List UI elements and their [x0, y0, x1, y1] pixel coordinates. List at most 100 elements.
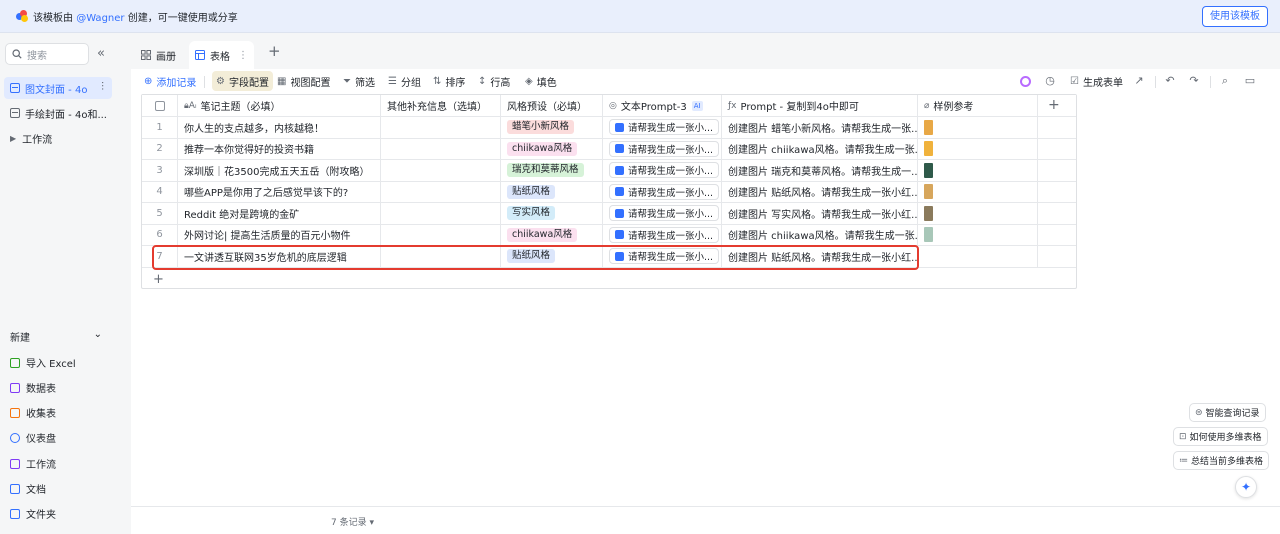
record-count[interactable]: 7 条记录 ▾: [331, 515, 374, 528]
banner-user-link[interactable]: @Wagner: [76, 13, 124, 24]
row-number-cell[interactable]: 5: [142, 203, 178, 224]
column-header-topic[interactable]: 🔒︎Aᵢ 笔记主题（必填）: [178, 95, 381, 116]
undo-icon[interactable]: ↶: [1164, 75, 1176, 87]
fill-color-button[interactable]: ◈ 填色: [521, 71, 561, 91]
sample-thumbnail[interactable]: [924, 162, 933, 178]
column-header-prompt3[interactable]: ◎ 文本Prompt-3 AI: [603, 95, 722, 116]
table-row[interactable]: 7 一文讲透互联网35岁危机的底层逻辑 贴纸风格 请帮我生成一张小... 创建图片 贴纸…: [142, 246, 1076, 268]
column-header-style[interactable]: 风格预设（必填）: [501, 95, 603, 116]
row-height-button[interactable]: ↕ 行高: [474, 71, 514, 91]
find-icon[interactable]: ⌕: [1219, 75, 1231, 87]
sample-cell[interactable]: [918, 224, 1038, 245]
style-cell[interactable]: chiikawa风格: [501, 224, 603, 245]
new-datatable[interactable]: 数据表: [10, 380, 56, 395]
topic-cell[interactable]: 你人生的支点越多，内核越稳！: [178, 117, 381, 138]
prompt3-pill[interactable]: 请帮我生成一张小...: [609, 205, 720, 222]
filter-button[interactable]: ⏷ 筛选: [339, 71, 379, 91]
sample-thumbnail[interactable]: [924, 141, 933, 157]
prompt-cell[interactable]: 创建图片 贴纸风格。请帮我生成一张小红...: [722, 181, 918, 202]
generate-form-button[interactable]: ☑ 生成表单: [1066, 71, 1127, 91]
style-cell[interactable]: 蜡笔小新风格: [501, 117, 603, 138]
prompt3-pill[interactable]: 请帮我生成一张小...: [609, 183, 720, 200]
redo-icon[interactable]: ↷: [1188, 75, 1200, 87]
extra-cell[interactable]: [381, 181, 501, 202]
style-cell[interactable]: 贴纸风格: [501, 246, 603, 267]
history-icon[interactable]: ◷: [1044, 75, 1056, 87]
group-button[interactable]: ☰ 分组: [384, 71, 425, 91]
field-config-button[interactable]: ⚙ 字段配置: [212, 71, 273, 91]
prompt3-cell[interactable]: 请帮我生成一张小...: [603, 138, 722, 159]
table-row[interactable]: 6 外网讨论| 提高生活质量的百元小物件 chiikawa风格 请帮我生成一张小...…: [142, 224, 1076, 246]
add-record-button[interactable]: ⊕ 添加记录: [140, 71, 200, 91]
comment-icon[interactable]: ▭: [1244, 75, 1256, 87]
sample-cell[interactable]: [918, 246, 1038, 267]
table-row[interactable]: 4 哪些APP是你用了之后感觉早该下的? 贴纸风格 请帮我生成一张小... 创建图片 贴…: [142, 181, 1076, 203]
share-icon[interactable]: ↗: [1133, 75, 1145, 87]
prompt3-pill[interactable]: 请帮我生成一张小...: [609, 119, 720, 136]
new-doc[interactable]: 文档: [10, 481, 46, 496]
topic-cell[interactable]: 外网讨论| 提高生活质量的百元小物件: [178, 224, 381, 245]
extra-cell[interactable]: [381, 203, 501, 224]
new-dashboard[interactable]: 仪表盘: [10, 430, 56, 445]
prompt3-cell[interactable]: 请帮我生成一张小...: [603, 160, 722, 181]
use-template-button[interactable]: 使用该模板: [1202, 6, 1268, 27]
prompt3-pill[interactable]: 请帮我生成一张小...: [609, 226, 720, 243]
sample-cell[interactable]: [918, 117, 1038, 138]
topic-cell[interactable]: 推荐一本你觉得好的投资书籍: [178, 138, 381, 159]
sidebar-item-cover-4o[interactable]: 图文封面 - 4o ···: [4, 77, 112, 99]
column-header-prompt[interactable]: ƒx Prompt - 复制到4o中即可: [722, 95, 918, 116]
sample-thumbnail[interactable]: [924, 205, 933, 221]
row-number-cell[interactable]: 1: [142, 117, 178, 138]
prompt-cell[interactable]: 创建图片 chiikawa风格。请帮我生成一张...: [722, 224, 918, 245]
add-row-icon[interactable]: +: [153, 273, 164, 286]
add-column-icon[interactable]: +: [1048, 98, 1060, 112]
row-number-cell[interactable]: 7: [142, 246, 178, 267]
collapse-sidebar-icon[interactable]: «: [97, 47, 105, 60]
extra-cell[interactable]: [381, 138, 501, 159]
sidebar-item-workflow[interactable]: ▶ 工作流: [4, 127, 112, 149]
more-icon[interactable]: ···: [96, 81, 107, 91]
sample-cell[interactable]: [918, 160, 1038, 181]
row-number-cell[interactable]: 6: [142, 224, 178, 245]
prompt3-cell[interactable]: 请帮我生成一张小...: [603, 224, 722, 245]
row-number-cell[interactable]: 3: [142, 160, 178, 181]
table-row[interactable]: 5 Reddit 绝对是跨境的金矿 写实风格 请帮我生成一张小... 创建图片 写实风格…: [142, 203, 1076, 225]
sort-button[interactable]: ⇅ 排序: [429, 71, 469, 91]
sample-thumbnail[interactable]: [924, 119, 933, 135]
tab-gallery[interactable]: 画册: [135, 41, 182, 69]
prompt3-cell[interactable]: 请帮我生成一张小...: [603, 246, 722, 267]
select-all-checkbox[interactable]: [154, 100, 165, 111]
prompt-cell[interactable]: 创建图片 蜡笔小新风格。请帮我生成一张...: [722, 117, 918, 138]
prompt3-pill[interactable]: 请帮我生成一张小...: [609, 140, 720, 157]
sample-cell[interactable]: [918, 138, 1038, 159]
new-section-header[interactable]: 新建 ⌄: [10, 329, 102, 344]
style-cell[interactable]: 瑞克和莫蒂风格: [501, 160, 603, 181]
sample-cell[interactable]: [918, 181, 1038, 202]
prompt3-cell[interactable]: 请帮我生成一张小...: [603, 181, 722, 202]
chevron-down-icon[interactable]: ⌄: [94, 329, 102, 344]
extra-cell[interactable]: [381, 117, 501, 138]
sample-thumbnail[interactable]: [924, 227, 933, 243]
how-to-use-button[interactable]: ⊡ 如何使用多维表格: [1173, 427, 1268, 446]
extra-cell[interactable]: [381, 160, 501, 181]
table-row[interactable]: 2 推荐一本你觉得好的投资书籍 chiikawa风格 请帮我生成一张小... 创建图片 …: [142, 138, 1076, 160]
topic-cell[interactable]: 深圳版｜花3500完成五天五岳（附攻略）: [178, 160, 381, 181]
ai-sparkle-icon[interactable]: ✦: [1235, 476, 1257, 498]
style-cell[interactable]: 写实风格: [501, 203, 603, 224]
new-workflow[interactable]: 工作流: [10, 456, 56, 471]
smart-query-button[interactable]: ⊜ 智能查询记录: [1189, 403, 1266, 422]
column-header-extra[interactable]: 其他补充信息（选填）: [381, 95, 501, 116]
prompt-cell[interactable]: 创建图片 贴纸风格。请帮我生成一张小红...: [722, 246, 918, 267]
prompt3-pill[interactable]: 请帮我生成一张小...: [609, 248, 720, 265]
table-row[interactable]: 1 你人生的支点越多，内核越稳！ 蜡笔小新风格 请帮我生成一张小... 创建图片 蜡笔小…: [142, 117, 1076, 139]
caret-right-icon[interactable]: ▶: [10, 134, 16, 143]
topic-cell[interactable]: Reddit 绝对是跨境的金矿: [178, 203, 381, 224]
sample-cell[interactable]: [918, 203, 1038, 224]
summarize-button[interactable]: ≔ 总结当前多维表格: [1173, 451, 1270, 470]
prompt3-pill[interactable]: 请帮我生成一张小...: [609, 162, 720, 179]
extra-cell[interactable]: [381, 246, 501, 267]
new-folder[interactable]: 文件夹: [10, 506, 56, 521]
tab-table[interactable]: 表格 ⋮: [189, 41, 254, 69]
table-row[interactable]: 3 深圳版｜花3500完成五天五岳（附攻略） 瑞克和莫蒂风格 请帮我生成一张小... 创…: [142, 160, 1076, 182]
extra-cell[interactable]: [381, 224, 501, 245]
